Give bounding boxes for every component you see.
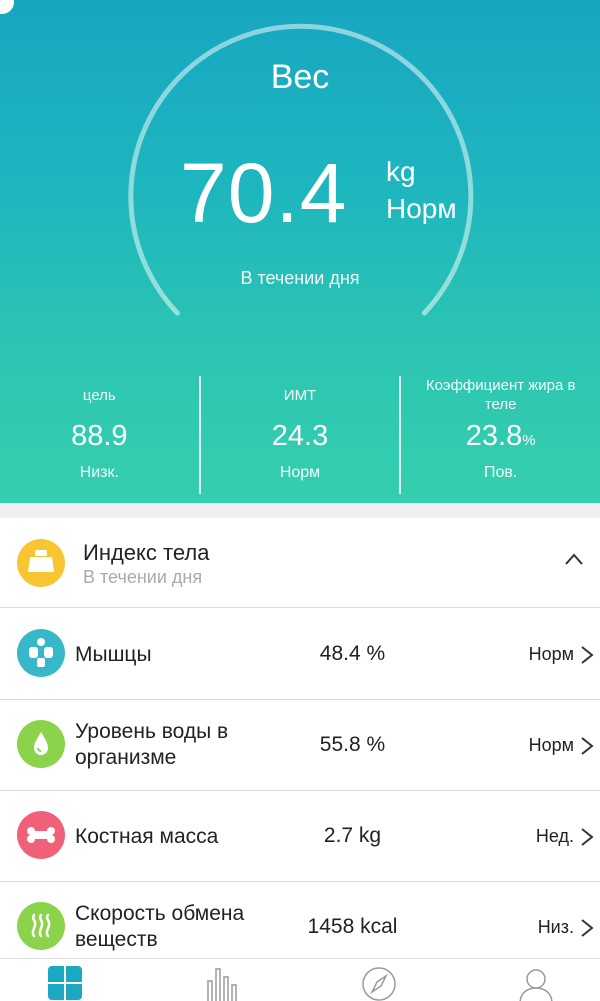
profile-icon[interactable] [517,965,555,1001]
row-value: 2.7 kg [323,824,382,847]
body-index-card: Индекс тела В течении дня Мышцы 48.4 % Н… [0,518,600,958]
row-value: 1458 kcal [307,915,398,938]
weight-title: Вес [270,58,330,96]
stat-value: 24.3 [271,420,329,452]
section-subtitle: В течении дня [83,567,203,587]
row-value: 48.4 % [319,642,386,665]
row-status: Низ. [537,917,574,937]
row-status: Норм [528,735,574,755]
weight-value: 70.4 [180,146,348,240]
stat-status: Пов. [484,464,518,481]
bone-icon [17,811,65,859]
row-label: Костная масса [75,825,219,848]
weight-summary-panel: Вес 70.4 kg Норм В течении дня цель 88.9… [0,0,600,503]
stat-value: 88.9 [71,420,128,452]
compass-icon[interactable] [360,965,398,1001]
chevron-right-icon [581,646,594,664]
row-value: 55.8 % [319,733,386,756]
stat-value: 23.8% [465,420,536,452]
weight-period: В течении дня [240,268,360,288]
chevron-right-icon [581,919,594,937]
row-label: Уровень воды в организме [75,720,229,769]
dashboard-icon[interactable] [47,965,83,1001]
stat-goal[interactable]: цель 88.9 Низк. [0,376,199,494]
section-title: Индекс тела [83,540,210,565]
water-drop-icon [17,720,65,768]
metabolism-icon [17,902,65,950]
stat-status: Норм [279,464,321,481]
row-status: Нед. [535,826,574,846]
bottom-tab-bar [0,958,600,1001]
row-label: Мышцы [75,643,152,666]
list-item-bone[interactable]: Костная масса 2.7 kg Нед. [0,791,600,882]
list-item-metabolism[interactable]: Скорость обмена веществ 1458 kcal Низ. [0,882,600,958]
chevron-up-icon[interactable] [564,552,584,566]
list-item-muscle[interactable]: Мышцы 48.4 % Норм [0,609,600,700]
row-label: Скорость обмена веществ [75,902,245,951]
weight-unit: kg [386,156,416,187]
stat-body-fat[interactable]: Коэффициент жира в теле 23.8% Пов. [399,376,600,494]
stats-row: цель 88.9 Низк. ИМТ 24.3 Норм Коэффициен… [0,376,600,494]
stat-label: ИМТ [283,387,317,404]
stat-label: цель [82,387,116,404]
chevron-right-icon [581,828,594,846]
body-index-header[interactable]: Индекс тела В течении дня [0,518,600,608]
chevron-right-icon [581,737,594,755]
stat-label: Коэффициент жира в теле [425,377,576,413]
stat-bmi[interactable]: ИМТ 24.3 Норм [198,376,400,494]
list-item-water[interactable]: Уровень воды в организме 55.8 % Норм [0,700,600,791]
stat-status: Низк. [79,464,119,481]
stats-icon[interactable] [204,965,240,1001]
row-status: Норм [528,644,574,664]
weight-status: Норм [386,193,457,224]
muscle-icon [17,629,65,677]
scale-weight-icon [17,539,65,587]
